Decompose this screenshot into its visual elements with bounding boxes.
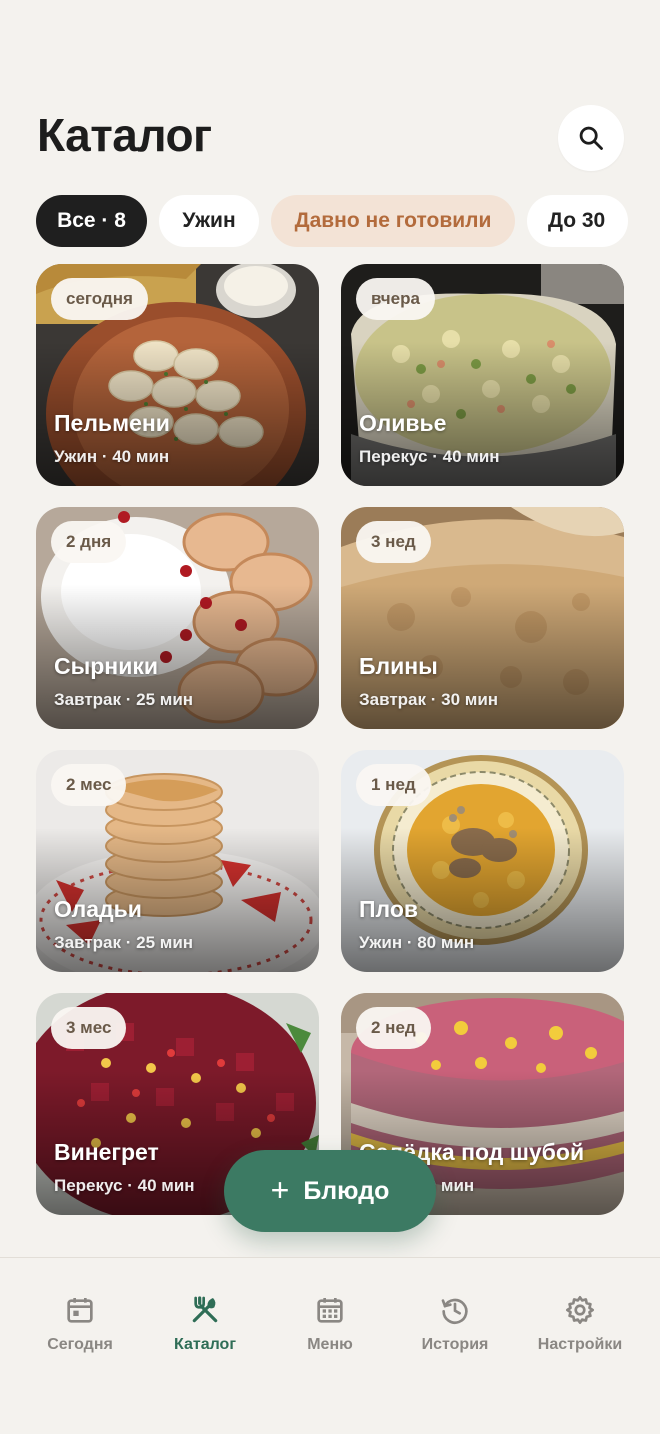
dish-name: Сырники: [54, 653, 158, 679]
chip-all[interactable]: Все · 8: [36, 195, 147, 247]
last-cooked-badge: 2 дня: [51, 521, 127, 563]
dish-name: Пельмени: [54, 410, 170, 436]
chip-under-30[interactable]: До 30: [527, 195, 628, 247]
dish-card-bliny[interactable]: 3 нед Блины Завтрак · 30 мин: [341, 507, 624, 729]
dish-meta: Завтрак · 25 мин: [54, 690, 194, 709]
add-dish-button[interactable]: + Блюдо: [224, 1150, 436, 1232]
plus-icon: +: [270, 1171, 290, 1208]
last-cooked-badge: сегодня: [51, 278, 148, 320]
tab-label: Меню: [307, 1336, 353, 1353]
last-cooked-badge: 1 нед: [356, 764, 431, 806]
dish-meta: Завтрак · 30 мин: [359, 690, 499, 709]
dish-meta: Завтрак · 25 мин: [54, 933, 194, 952]
dish-meta: Перекус · 40 мин: [54, 1176, 195, 1195]
dish-name: Оладьи: [54, 896, 142, 922]
tab-settings[interactable]: Настройки: [518, 1294, 642, 1354]
dish-card-plov[interactable]: 1 нед Плов Ужин · 80 мин: [341, 750, 624, 972]
tab-label: История: [421, 1336, 489, 1353]
tab-label: Сегодня: [47, 1336, 113, 1353]
dish-card-olivier[interactable]: вчера Оливье Перекус · 40 мин: [341, 264, 624, 486]
last-cooked-badge: вчера: [356, 278, 435, 320]
search-button[interactable]: [558, 105, 624, 171]
dish-meta: Ужин · 40 мин: [54, 447, 170, 466]
tab-menu[interactable]: Меню: [268, 1294, 392, 1354]
add-dish-label: Блюдо: [303, 1176, 390, 1205]
dish-card-pelmeni[interactable]: сегодня Пельмени Ужин · 40 мин: [36, 264, 319, 486]
dish-card-syrniki[interactable]: 2 дня Сырники Завтрак · 25 мин: [36, 507, 319, 729]
tab-catalog[interactable]: Каталог: [143, 1294, 267, 1354]
gear-icon: [566, 1296, 594, 1324]
tab-label: Настройки: [537, 1336, 623, 1353]
bottom-tab-bar: Сегодня Каталог Меню История Настройки: [0, 1257, 660, 1434]
chip-long-not-cooked[interactable]: Давно не готовили: [271, 195, 515, 247]
calendar-day-icon: [67, 1298, 93, 1323]
tab-today[interactable]: Сегодня: [18, 1294, 142, 1354]
last-cooked-badge: 2 нед: [356, 1007, 431, 1049]
tab-label: Каталог: [174, 1336, 236, 1353]
dish-meta: Ужин · 80 мин: [359, 933, 475, 952]
dish-name: Блины: [359, 653, 438, 679]
chip-dinner[interactable]: Ужин: [159, 195, 259, 247]
calendar-grid-icon: [317, 1298, 343, 1323]
dish-name: Плов: [359, 896, 419, 922]
page-title: Каталог: [37, 109, 212, 161]
dish-name: Оливье: [359, 410, 447, 436]
dish-meta: Перекус · 40 мин: [359, 447, 500, 466]
dish-name: Винегрет: [54, 1139, 159, 1165]
history-icon: [441, 1298, 468, 1324]
last-cooked-badge: 3 мес: [51, 1007, 127, 1049]
last-cooked-badge: 3 нед: [356, 521, 431, 563]
tab-history[interactable]: История: [393, 1294, 517, 1354]
filter-chips: Все · 8 Ужин Давно не готовили До 30: [0, 195, 660, 247]
dish-card-oladyi[interactable]: 2 мес Оладьи Завтрак · 25 мин: [36, 750, 319, 972]
search-icon: [579, 126, 603, 150]
utensils-icon: [192, 1296, 218, 1323]
last-cooked-badge: 2 мес: [51, 764, 127, 806]
